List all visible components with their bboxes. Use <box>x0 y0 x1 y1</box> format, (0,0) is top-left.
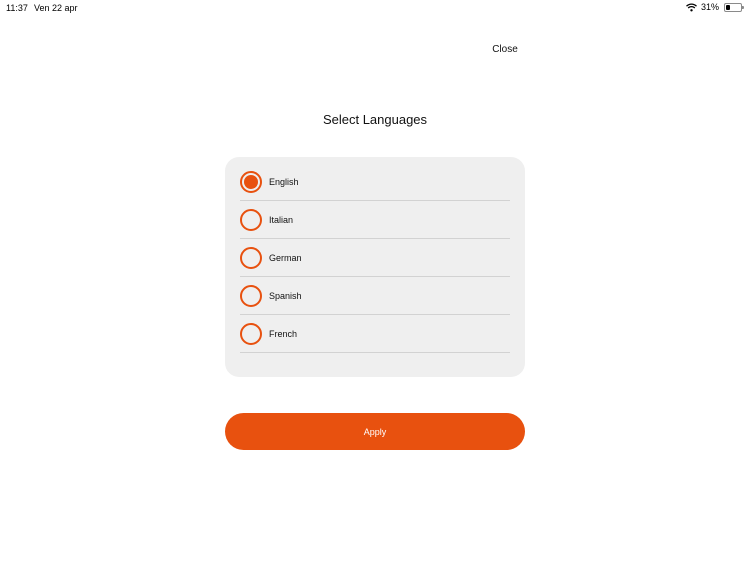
language-label: Italian <box>269 214 294 225</box>
language-label: French <box>269 328 298 339</box>
radio-icon[interactable] <box>240 322 262 345</box>
wifi-icon <box>686 2 697 12</box>
close-button[interactable]: Close <box>482 42 528 58</box>
language-label: German <box>269 252 302 263</box>
radio-icon[interactable] <box>240 284 262 307</box>
status-bar: 11:37 Ven 22 apr 31% <box>0 0 750 16</box>
language-option-english[interactable]: English <box>240 163 510 201</box>
page-title: Select Languages <box>322 112 428 127</box>
radio-icon[interactable] <box>240 246 262 269</box>
language-option-german[interactable]: German <box>240 239 510 277</box>
battery-icon <box>724 2 744 12</box>
status-indicators: 31% <box>686 2 744 12</box>
language-selection-screen: 11:37 Ven 22 apr 31% Close Select Langua… <box>0 0 750 562</box>
radio-icon[interactable] <box>240 170 262 193</box>
status-time: 11:37 <box>6 3 28 13</box>
radio-selected-dot <box>244 174 258 189</box>
language-list: English Italian German Spanish French <box>225 157 525 377</box>
language-label: Spanish <box>269 290 302 301</box>
battery-fill <box>726 4 731 10</box>
radio-icon[interactable] <box>240 208 262 231</box>
language-option-italian[interactable]: Italian <box>240 201 510 239</box>
language-option-spanish[interactable]: Spanish <box>240 277 510 315</box>
language-label: English <box>269 176 299 187</box>
language-option-french[interactable]: French <box>240 315 510 353</box>
apply-button[interactable]: Apply <box>225 413 525 450</box>
battery-percent: 31% <box>700 2 719 12</box>
status-date: Ven 22 apr <box>34 3 78 13</box>
